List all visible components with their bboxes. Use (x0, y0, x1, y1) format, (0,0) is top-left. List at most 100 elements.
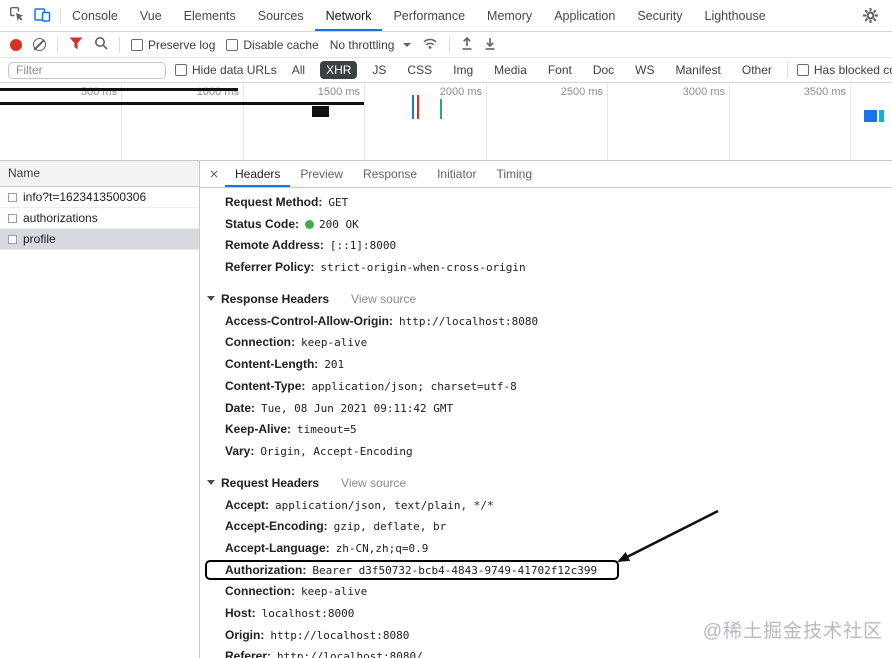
tab-network[interactable]: Network (315, 0, 383, 31)
filter-type-js[interactable]: JS (366, 61, 392, 79)
throttling-dropdown[interactable]: No throttling (330, 38, 412, 52)
request-name: authorizations (23, 211, 98, 225)
devtools-tabbar: Console Vue Elements Sources Network Per… (0, 0, 892, 32)
header-value: application/json; charset=utf-8 (311, 379, 517, 393)
tab-preview[interactable]: Preview (290, 161, 353, 187)
disable-cache-checkbox[interactable]: Disable cache (226, 37, 319, 52)
header-name: Accept: (225, 497, 270, 512)
filter-type-all[interactable]: All (286, 61, 311, 79)
filter-type-img[interactable]: Img (447, 61, 479, 79)
request-row-info[interactable]: info?t=1623413500306 (0, 187, 199, 208)
tab-performance[interactable]: Performance (382, 0, 476, 31)
filter-type-css[interactable]: CSS (401, 61, 438, 79)
clear-icon[interactable] (33, 38, 46, 51)
header-value: 200 OK (319, 217, 359, 231)
header-name: Host: (225, 606, 256, 620)
inspect-element-icon[interactable] (9, 6, 25, 25)
header-value: localhost:8000 (261, 607, 355, 620)
tab-application[interactable]: Application (543, 0, 626, 31)
request-header-row: Accept-Encoding: gzip, deflate, br (200, 516, 892, 538)
response-headers-section-header[interactable]: Response Headers View source (200, 287, 892, 311)
filter-type-font[interactable]: Font (542, 61, 578, 79)
filter-funnel-icon[interactable] (69, 37, 83, 53)
header-name: Accept-Encoding: (225, 519, 328, 534)
filter-input[interactable] (8, 61, 166, 79)
tab-console[interactable]: Console (61, 0, 129, 31)
request-row-authorizations[interactable]: authorizations (0, 208, 199, 229)
overview-request-bar (0, 102, 364, 105)
hide-data-urls-checkbox[interactable]: Hide data URLs (175, 63, 277, 77)
filter-type-doc[interactable]: Doc (587, 61, 620, 79)
response-header-row: Connection: keep-alive (200, 332, 892, 354)
header-name: Content-Length: (225, 357, 319, 372)
tab-response[interactable]: Response (353, 161, 427, 187)
device-toolbar-icon[interactable] (34, 7, 51, 25)
file-icon (8, 234, 17, 244)
tab-vue[interactable]: Vue (129, 0, 173, 31)
header-value: gzip, deflate, br (333, 520, 447, 534)
tab-initiator[interactable]: Initiator (427, 161, 486, 187)
overview-request-bar (0, 88, 238, 91)
response-header-row: Access-Control-Allow-Origin: http://local… (200, 311, 892, 333)
record-icon[interactable] (10, 38, 22, 51)
close-icon[interactable]: × (203, 161, 225, 187)
response-header-row: Date: Tue, 08 Jun 2021 09:11:42 GMT (200, 398, 892, 420)
gridline (121, 83, 122, 160)
response-header-row: Content-Type: application/json; charset=u… (200, 376, 892, 398)
overview-request-bar (864, 110, 877, 122)
header-name: Date: (225, 400, 256, 415)
authorization-highlight-box: Authorization: Bearer d3f50732-bcb4-4843-… (207, 562, 617, 578)
search-icon[interactable] (94, 36, 108, 53)
view-source-link[interactable]: View source (351, 292, 416, 306)
chevron-down-icon (403, 42, 412, 47)
request-header-row: Connection: keep-alive (200, 581, 892, 603)
detail-tabbar: × Headers Preview Response Initiator Tim… (200, 161, 892, 188)
filter-type-xhr[interactable]: XHR (320, 61, 358, 79)
gridline (850, 83, 851, 160)
has-blocked-cookies-label: Has blocked cookies (813, 63, 892, 77)
request-headers-section-header[interactable]: Request Headers View source (200, 471, 892, 495)
request-header-row: Host: localhost:8000 (200, 603, 892, 625)
filter-type-manifest[interactable]: Manifest (670, 61, 727, 79)
settings-gear-icon[interactable] (849, 0, 892, 31)
general-row: Remote Address: [::1]:8000 (200, 235, 892, 257)
header-value: keep-alive (301, 336, 368, 350)
name-column-header[interactable]: Name (0, 161, 199, 187)
tab-sources[interactable]: Sources (247, 0, 315, 31)
header-value: [::1]:8000 (329, 239, 397, 253)
overview-request-bar (879, 110, 884, 122)
status-green-dot-icon (305, 219, 315, 229)
filter-type-other[interactable]: Other (736, 61, 778, 79)
view-source-link[interactable]: View source (341, 476, 406, 490)
header-name: Keep-Alive: (225, 422, 292, 437)
load-event-marker (417, 95, 419, 119)
headers-content: Request Method: GET Status Code: 200 OK Re… (200, 188, 892, 658)
filter-type-media[interactable]: Media (488, 61, 533, 79)
request-detail-panel: × Headers Preview Response Initiator Tim… (200, 161, 892, 658)
time-label: 2000 ms (439, 86, 482, 98)
tab-memory[interactable]: Memory (476, 0, 543, 31)
header-value: 201 (324, 358, 345, 372)
tab-elements[interactable]: Elements (173, 0, 247, 31)
export-har-icon[interactable] (484, 36, 496, 53)
header-value: http://localhost:8080/ (277, 650, 423, 658)
section-title: Request Headers (221, 475, 320, 490)
tab-security[interactable]: Security (626, 0, 693, 31)
network-conditions-icon[interactable] (422, 37, 438, 53)
response-header-row: Keep-Alive: timeout=5 (200, 419, 892, 441)
preserve-log-checkbox[interactable]: Preserve log (131, 38, 215, 52)
tab-headers[interactable]: Headers (225, 161, 290, 187)
header-value: timeout=5 (297, 423, 357, 437)
has-blocked-cookies-checkbox[interactable]: Has blocked cookies (796, 63, 892, 77)
tab-lighthouse[interactable]: Lighthouse (694, 0, 777, 31)
disable-cache-label: Disable cache (243, 37, 319, 52)
header-value: keep-alive (301, 585, 368, 599)
toolbar-divider (57, 36, 58, 53)
triangle-expanded-icon (207, 296, 215, 302)
import-har-icon[interactable] (461, 36, 473, 53)
filter-type-ws[interactable]: WS (629, 61, 660, 79)
network-overview-strip[interactable]: 500 ms 1000 ms 1500 ms 2000 ms 2500 ms 3… (0, 83, 892, 161)
header-value: http://localhost:8080 (399, 314, 539, 328)
tab-timing[interactable]: Timing (486, 161, 542, 187)
request-row-profile[interactable]: profile (0, 229, 199, 250)
